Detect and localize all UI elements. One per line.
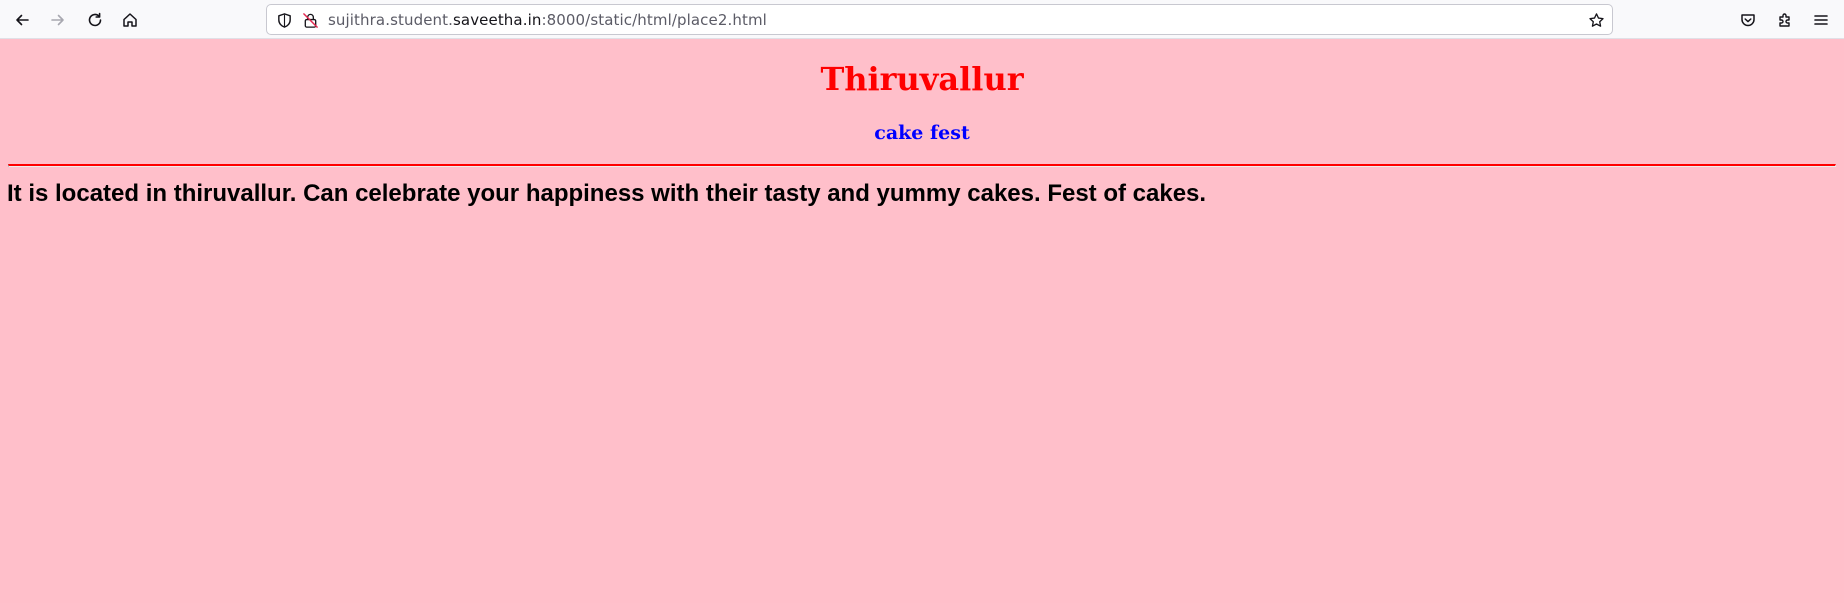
back-button[interactable] bbox=[7, 5, 37, 34]
description-text: It is located in thiruvallur. Can celebr… bbox=[7, 180, 1207, 207]
arrow-right-icon bbox=[51, 14, 64, 25]
home-icon bbox=[123, 12, 137, 27]
page-title: Thiruvallur bbox=[820, 60, 1024, 98]
home-button[interactable] bbox=[115, 5, 145, 34]
arrow-left-icon bbox=[16, 14, 29, 25]
pocket-icon bbox=[1741, 13, 1755, 26]
shield-icon[interactable] bbox=[275, 11, 293, 29]
url-suffix: :8000/static/html/place2.html bbox=[541, 11, 767, 29]
extensions-button[interactable] bbox=[1770, 5, 1800, 34]
page-content: Thiruvallur cake fest It is located in t… bbox=[0, 40, 1844, 603]
pocket-button[interactable] bbox=[1733, 5, 1763, 34]
divider bbox=[8, 164, 1836, 167]
reload-button[interactable] bbox=[80, 5, 110, 34]
puzzle-icon bbox=[1779, 12, 1790, 27]
url-domain: saveetha.in bbox=[452, 11, 542, 29]
forward-button[interactable] bbox=[43, 5, 73, 34]
url-text[interactable]: sujithra.student.saveetha.in:8000/static… bbox=[328, 11, 767, 29]
menu-button[interactable] bbox=[1806, 5, 1836, 34]
page-subtitle: cake fest bbox=[874, 122, 970, 144]
url-bar[interactable]: sujithra.student.saveetha.in:8000/static… bbox=[266, 4, 1613, 35]
lock-icon[interactable] bbox=[301, 11, 319, 29]
star-icon[interactable] bbox=[1587, 11, 1605, 29]
url-prefix: sujithra.student. bbox=[328, 11, 453, 29]
browser-toolbar: sujithra.student.saveetha.in:8000/static… bbox=[0, 0, 1844, 39]
reload-icon bbox=[88, 12, 102, 26]
hamburger-menu-icon bbox=[1814, 14, 1828, 25]
